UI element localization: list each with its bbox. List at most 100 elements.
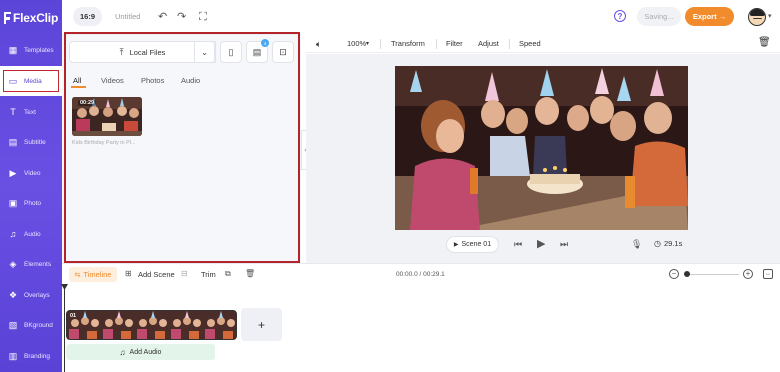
undo-icon[interactable]: ↶ [158,11,167,23]
split-icon[interactable]: ⊟ [181,269,188,278]
zoom-select[interactable]: 100% [347,39,366,48]
filter-button[interactable]: Filter [446,39,463,48]
subtitle-icon: ▤ [8,136,18,147]
photo-icon: ▣ [8,197,18,208]
upload-icon: ⤒ [119,46,124,57]
add-audio-button[interactable]: ♫ Add Audio [66,344,215,360]
notification-badge: 4 [261,39,269,47]
add-scene-icon[interactable]: ⊞ [125,269,132,278]
timecode-display: 00:00.0 / 00:29.1 [396,271,445,278]
upload-options-dropdown[interactable]: ⌄ [194,41,215,63]
duration-value: 29.1s [663,239,683,248]
zoom-in-icon[interactable]: + [743,269,753,279]
text-icon: T [10,107,16,117]
thumbnail-duration: 00:29 [78,100,97,106]
sidebar-item-label: Media [24,77,42,85]
divider [436,39,437,49]
add-clip-button[interactable]: + [241,308,282,341]
screen-record-button[interactable]: ⊡ [272,41,294,63]
redo-icon[interactable]: ↷ [177,11,186,23]
clip-number: 01 [70,313,77,319]
zoom-slider-track[interactable] [687,274,739,275]
music-note-icon: ♫ [119,347,126,357]
play-icon[interactable]: ▶ [537,239,545,250]
local-files-label: Local Files [129,47,166,57]
sidebar-item-branding[interactable]: ▥ Branding [0,341,62,371]
duplicate-icon[interactable]: ⧉ [225,269,231,279]
zoom-slider-handle[interactable] [684,271,690,277]
fit-timeline-icon[interactable]: ↔ [763,269,773,279]
video-icon: ▶ [9,167,17,178]
sidebar-item-background[interactable]: ▧ BKground [0,310,62,340]
previous-icon[interactable]: ⏮︎ [514,239,522,250]
sidebar-item-overlays[interactable]: ❖ Overlays [0,280,62,310]
sidebar-item-media[interactable]: ▭ Media [0,66,62,96]
sidebar-item-label: Audio [24,230,41,238]
phone-upload-button[interactable]: ▯ [220,41,242,63]
phone-icon: ▯ [228,46,234,57]
screen-capture-icon: ⊡ [279,46,287,57]
timeline-clip[interactable] [66,310,237,340]
video-preview[interactable] [395,66,688,230]
trash-icon[interactable]: 🗑︎ [245,269,255,278]
saving-status: Saving... [637,7,681,26]
project-title[interactable]: Untitled [115,12,140,21]
edit-toolbar: 🔈︎ 100% ▾ Transform Filter Adjust Speed … [306,34,780,53]
avatar[interactable] [748,8,766,26]
chevron-down-icon: ⌄ [201,47,208,57]
chevron-down-icon[interactable]: ▾ [366,40,369,47]
playhead[interactable] [64,286,65,372]
sidebar: FlexClip ▦ Templates ▭ Media T Text ▤ Su… [0,0,62,372]
top-bar: 16:9 Untitled ↶ ↷ ⛶ ? Saving... Export →… [62,0,780,34]
trim-button[interactable]: Trim [201,270,216,279]
sidebar-item-elements[interactable]: ◈ Elements [0,249,62,279]
help-icon[interactable]: ? [614,10,626,22]
logo-text: FlexClip [13,11,59,25]
plus-icon: + [257,317,265,332]
chat-icon: ▤ [252,46,262,57]
delete-icon[interactable]: 🗑︎ [758,37,771,48]
active-tab-indicator [71,86,86,88]
speed-button[interactable]: Speed [519,39,541,48]
aspect-ratio-button[interactable]: 16:9 [73,7,102,26]
sidebar-item-label: Branding [24,352,51,360]
adjust-button[interactable]: Adjust [478,39,499,48]
scene-label: Scene 01 [461,241,492,248]
add-audio-label: Add Audio [129,348,162,356]
sidebar-item-label: BKground [24,321,53,329]
sidebar-item-label: Overlays [24,291,50,299]
chevron-down-icon[interactable]: ▾ [768,12,772,20]
fullscreen-icon[interactable]: ⛶ [199,11,207,23]
export-button[interactable]: Export → [685,7,734,26]
flexclip-logo[interactable]: FlexClip [4,9,60,27]
next-icon[interactable]: ⏭︎ [560,239,568,250]
tab-audio[interactable]: Audio [181,76,200,85]
zoom-out-icon[interactable]: − [669,269,679,279]
sidebar-item-video[interactable]: ▶ Video [0,158,62,188]
sidebar-item-label: Templates [24,46,54,54]
timeline-tab[interactable]: ⇆ Timeline [69,267,117,282]
sidebar-item-templates[interactable]: ▦ Templates [0,35,62,65]
media-panel [62,34,301,263]
play-small-icon: ▶ [453,242,459,248]
tab-photos[interactable]: Photos [141,76,164,85]
sidebar-item-subtitle[interactable]: ▤ Subtitle [0,127,62,157]
sidebar-item-photo[interactable]: ▣ Photo [0,188,62,218]
transform-button[interactable]: Transform [391,39,425,48]
volume-icon[interactable]: 🔈︎ [316,39,321,50]
sidebar-item-label: Elements [24,260,52,268]
sidebar-item-text[interactable]: T Text [0,97,62,127]
clip-filmstrip [67,311,236,339]
sidebar-item-label: Text [24,108,36,116]
microphone-icon[interactable]: 🎙︎ [631,239,642,250]
templates-icon: ▦ [8,44,18,55]
tab-all[interactable]: All [73,76,81,85]
duration-display: ◷ 29.1s [654,239,682,248]
media-folder-icon: ▭ [8,75,18,86]
scene-selector[interactable]: ▶ Scene 01 [446,236,499,253]
sidebar-item-audio[interactable]: ♫ Audio [0,219,62,249]
divider [380,39,381,49]
tab-videos[interactable]: Videos [101,76,124,85]
branding-icon: ▥ [8,350,18,361]
add-scene-button[interactable]: Add Scene [138,270,175,279]
